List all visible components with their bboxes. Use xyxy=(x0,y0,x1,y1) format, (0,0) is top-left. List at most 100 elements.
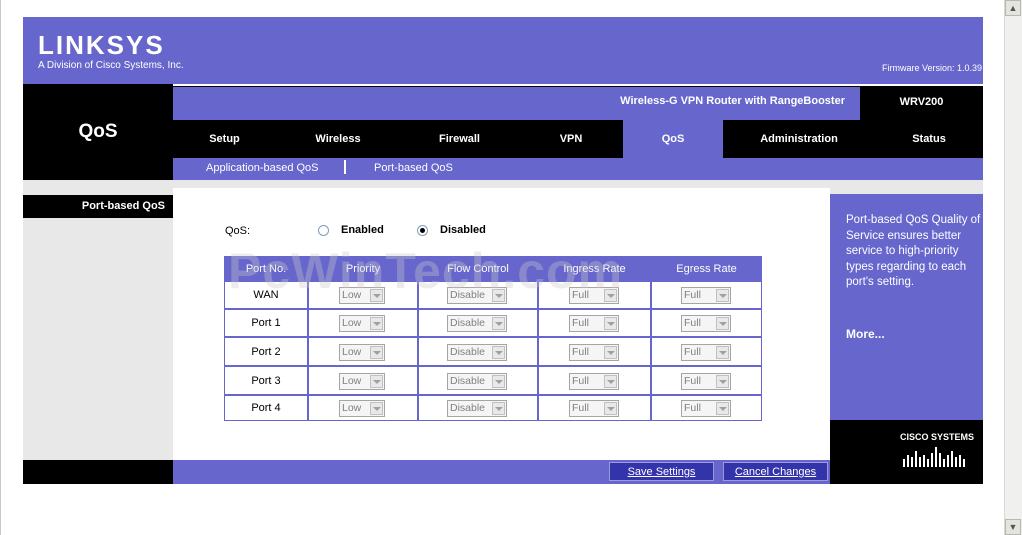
egress-rate-select[interactable]: Full xyxy=(681,315,731,332)
flow-control-select[interactable]: Disable xyxy=(447,373,507,390)
flow-control-select[interactable]: Disable xyxy=(447,315,507,332)
window-border xyxy=(0,0,1,535)
subnav-application-based-qos[interactable]: Application-based QoS xyxy=(206,162,319,174)
flow-control-value: Disable xyxy=(450,402,486,414)
qos-enabled-label: Enabled xyxy=(341,224,384,236)
ingress-rate-select[interactable]: Full xyxy=(569,344,619,361)
vertical-scrollbar[interactable] xyxy=(1004,0,1022,535)
tab-qos[interactable]: QoS xyxy=(623,120,723,158)
port-name: Port 2 xyxy=(251,346,281,358)
chevron-down-icon xyxy=(604,375,617,388)
chevron-down-icon xyxy=(492,346,505,359)
save-settings-button[interactable]: Save Settings xyxy=(609,462,714,481)
priority-select[interactable]: Low xyxy=(339,344,385,361)
qos-enabled-radio[interactable] xyxy=(318,225,329,236)
tab-administration[interactable]: Administration xyxy=(723,120,875,158)
header-egress-rate: Egress Rate xyxy=(676,263,737,275)
ingress-rate-value: Full xyxy=(572,375,589,387)
linksys-logo: LINKSYS xyxy=(38,30,165,60)
flow-control-select[interactable]: Disable xyxy=(447,400,507,417)
egress-rate-value: Full xyxy=(684,402,701,414)
ingress-rate-select[interactable]: Full xyxy=(569,315,619,332)
chevron-down-icon xyxy=(716,289,729,302)
table-divider xyxy=(224,394,762,396)
egress-rate-select[interactable]: Full xyxy=(681,400,731,417)
chevron-down-icon xyxy=(492,375,505,388)
left-column xyxy=(23,188,173,460)
egress-rate-value: Full xyxy=(684,289,701,301)
logo-tagline: A Division of Cisco Systems, Inc. xyxy=(38,60,184,71)
ingress-rate-value: Full xyxy=(572,402,589,414)
tab-status[interactable]: Status xyxy=(875,120,983,158)
tab-vpn[interactable]: VPN xyxy=(519,120,623,158)
page-title: QoS xyxy=(78,121,118,142)
scroll-down-icon[interactable]: ▼ xyxy=(1005,519,1021,535)
footer-left xyxy=(23,460,173,484)
egress-rate-select[interactable]: Full xyxy=(681,373,731,390)
egress-rate-value: Full xyxy=(684,375,701,387)
chevron-down-icon xyxy=(370,346,383,359)
priority-value: Low xyxy=(342,402,362,414)
main-tabs: Setup Wireless Firewall VPN QoS Administ… xyxy=(173,120,983,158)
priority-select[interactable]: Low xyxy=(339,400,385,417)
scroll-up-icon[interactable]: ▲ xyxy=(1005,0,1021,16)
chevron-down-icon xyxy=(492,317,505,330)
chevron-down-icon xyxy=(604,317,617,330)
chevron-down-icon xyxy=(370,402,383,415)
chevron-down-icon xyxy=(604,346,617,359)
ingress-rate-select[interactable]: Full xyxy=(569,400,619,417)
flow-control-select[interactable]: Disable xyxy=(447,344,507,361)
port-name: Port 1 xyxy=(251,317,281,329)
firmware-version: Firmware Version: 1.0.39 xyxy=(881,63,982,73)
flow-control-value: Disable xyxy=(450,346,486,358)
priority-value: Low xyxy=(342,346,362,358)
subnav-port-based-qos[interactable]: Port-based QoS xyxy=(374,162,453,174)
chevron-down-icon xyxy=(716,346,729,359)
qos-label: QoS: xyxy=(225,225,251,237)
separator-band xyxy=(23,180,983,188)
priority-value: Low xyxy=(342,375,362,387)
chevron-down-icon xyxy=(716,375,729,388)
qos-disabled-label: Disabled xyxy=(440,224,486,236)
help-more-link[interactable]: More... xyxy=(846,327,885,341)
table-divider xyxy=(650,256,652,421)
flow-control-value: Disable xyxy=(450,317,486,329)
table-divider xyxy=(224,365,762,367)
chevron-down-icon xyxy=(370,375,383,388)
header-banner xyxy=(23,17,983,84)
egress-rate-value: Full xyxy=(684,317,701,329)
port-name: Port 3 xyxy=(251,375,281,387)
watermark: PcWinTech.com xyxy=(228,243,624,299)
table-divider xyxy=(224,336,762,338)
egress-rate-value: Full xyxy=(684,346,701,358)
priority-select[interactable]: Low xyxy=(339,315,385,332)
priority-select[interactable]: Low xyxy=(339,373,385,390)
section-label: Port-based QoS xyxy=(23,195,173,218)
help-panel-gap xyxy=(830,188,983,194)
port-name: Port 4 xyxy=(251,402,281,414)
tab-firewall[interactable]: Firewall xyxy=(400,120,519,158)
tab-setup[interactable]: Setup xyxy=(173,120,276,158)
chevron-down-icon xyxy=(716,402,729,415)
model-name: WRV200 xyxy=(860,86,983,120)
ingress-rate-select[interactable]: Full xyxy=(569,373,619,390)
egress-rate-select[interactable]: Full xyxy=(681,344,731,361)
chevron-down-icon xyxy=(492,402,505,415)
egress-rate-select[interactable]: Full xyxy=(681,287,731,304)
tab-wireless[interactable]: Wireless xyxy=(276,120,400,158)
qos-disabled-radio[interactable] xyxy=(417,225,428,236)
product-name: Wireless-G VPN Router with RangeBooster xyxy=(620,95,845,107)
cisco-bridge-icon xyxy=(903,447,965,467)
subnav-divider xyxy=(344,160,346,174)
ingress-rate-value: Full xyxy=(572,346,589,358)
chevron-down-icon xyxy=(716,317,729,330)
table-divider xyxy=(224,308,762,310)
ingress-rate-value: Full xyxy=(572,317,589,329)
chevron-down-icon xyxy=(370,317,383,330)
cancel-changes-button[interactable]: Cancel Changes xyxy=(723,462,828,481)
help-text: Port-based QoS Quality of Service ensure… xyxy=(846,214,981,288)
priority-value: Low xyxy=(342,317,362,329)
cisco-logo-text: Cisco Systems xyxy=(900,432,975,442)
flow-control-value: Disable xyxy=(450,375,486,387)
chevron-down-icon xyxy=(604,402,617,415)
